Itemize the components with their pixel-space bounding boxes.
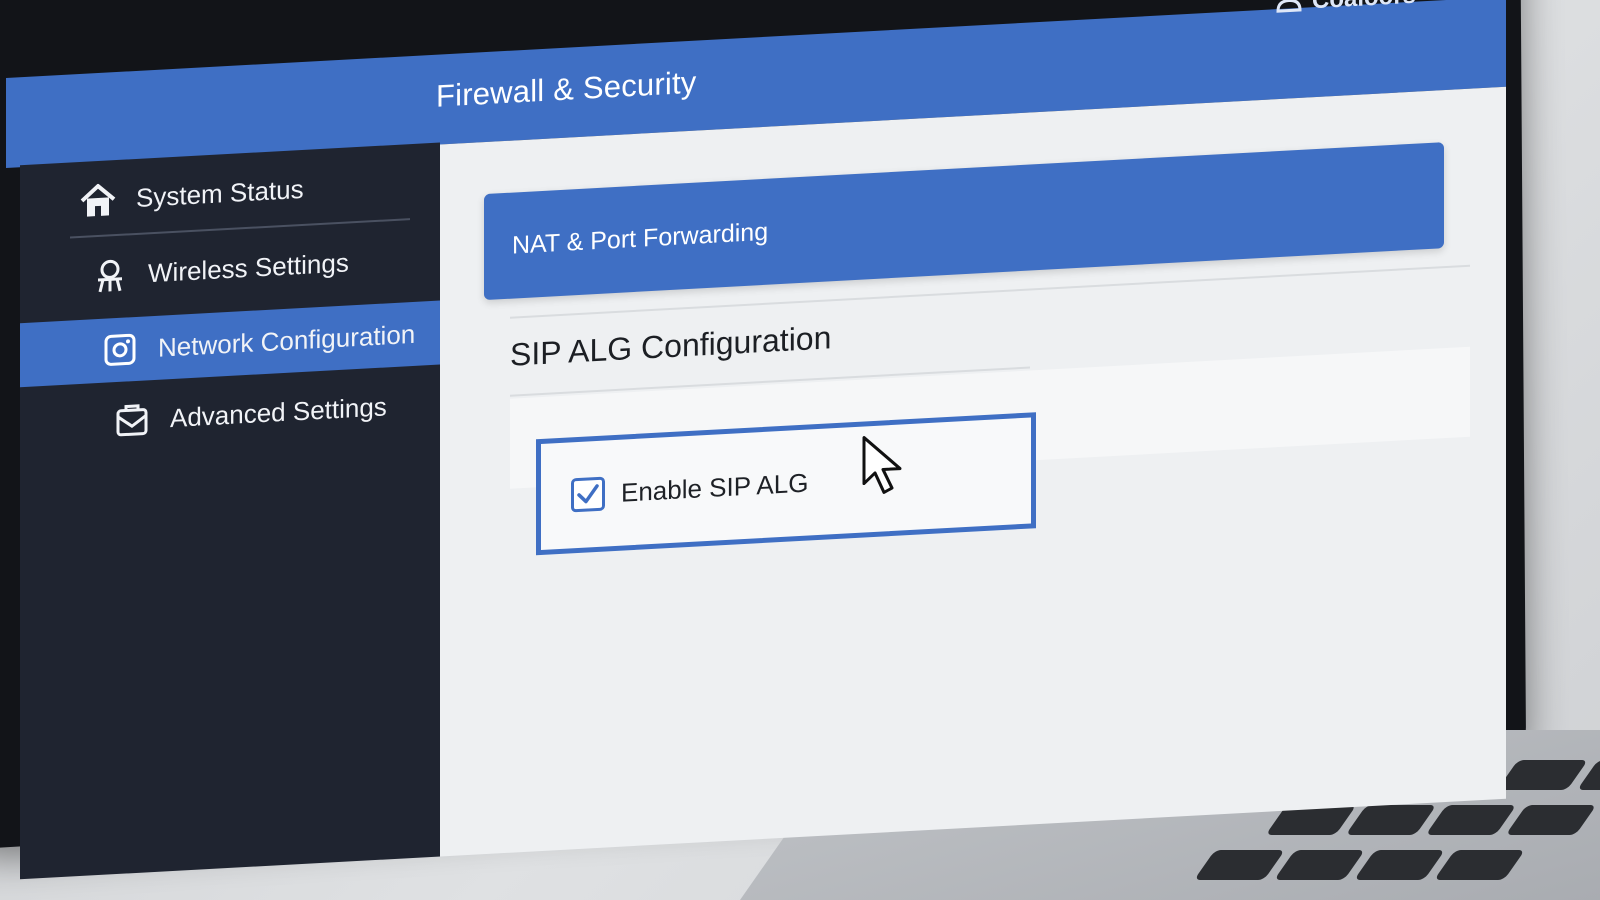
- sidebar-item-system-status[interactable]: System Status: [20, 150, 440, 235]
- main-content: NAT & Port Forwarding SIP ALG Configurat…: [440, 86, 1506, 865]
- sidebar-item-network-configuration[interactable]: Network Configuration: [20, 300, 440, 388]
- keyboard-key: [1274, 850, 1366, 880]
- photo-backdrop: Firewall & Security Coaloors: [0, 0, 1600, 900]
- checkmark-icon: [577, 484, 599, 504]
- advanced-settings-icon: [112, 399, 152, 441]
- sidebar-item-label: Wireless Settings: [148, 246, 349, 288]
- user-name: Coaloors: [1312, 0, 1416, 15]
- sidebar-item-label: Advanced Settings: [170, 390, 387, 433]
- user-icon: [1276, 0, 1302, 20]
- keyboard-key: [1497, 760, 1589, 790]
- keyboard-key: [1345, 805, 1437, 835]
- page-title: Firewall & Security: [436, 64, 697, 114]
- sidebar-item-label: Network Configuration: [158, 318, 416, 363]
- sidebar-item-wireless-settings[interactable]: Wireless Settings: [20, 226, 440, 311]
- enable-sip-alg-label: Enable SIP ALG: [621, 467, 809, 508]
- router-admin-screen: Firewall & Security Coaloors: [6, 0, 1506, 881]
- keyboard-key: [1425, 805, 1517, 835]
- nat-port-forwarding-tab[interactable]: NAT & Port Forwarding: [484, 142, 1444, 301]
- keyboard-key: [1434, 850, 1526, 880]
- keyboard-key: [1194, 850, 1286, 880]
- wireless-icon: [90, 254, 130, 296]
- keyboard-key: [1354, 850, 1446, 880]
- section-title: SIP ALG Configuration: [510, 319, 832, 373]
- home-icon: [78, 179, 118, 221]
- sidebar-item-advanced-settings[interactable]: Advanced Settings: [20, 372, 440, 457]
- mouse-pointer-icon: [860, 431, 912, 498]
- enable-sip-alg-checkbox[interactable]: [571, 476, 605, 513]
- sidebar: System Status Wireless Settings Network …: [20, 142, 440, 881]
- sidebar-item-label: System Status: [136, 173, 304, 213]
- user-menu[interactable]: Coaloors: [1276, 0, 1416, 20]
- network-config-icon: [100, 329, 140, 371]
- keyboard-key: [1505, 805, 1597, 835]
